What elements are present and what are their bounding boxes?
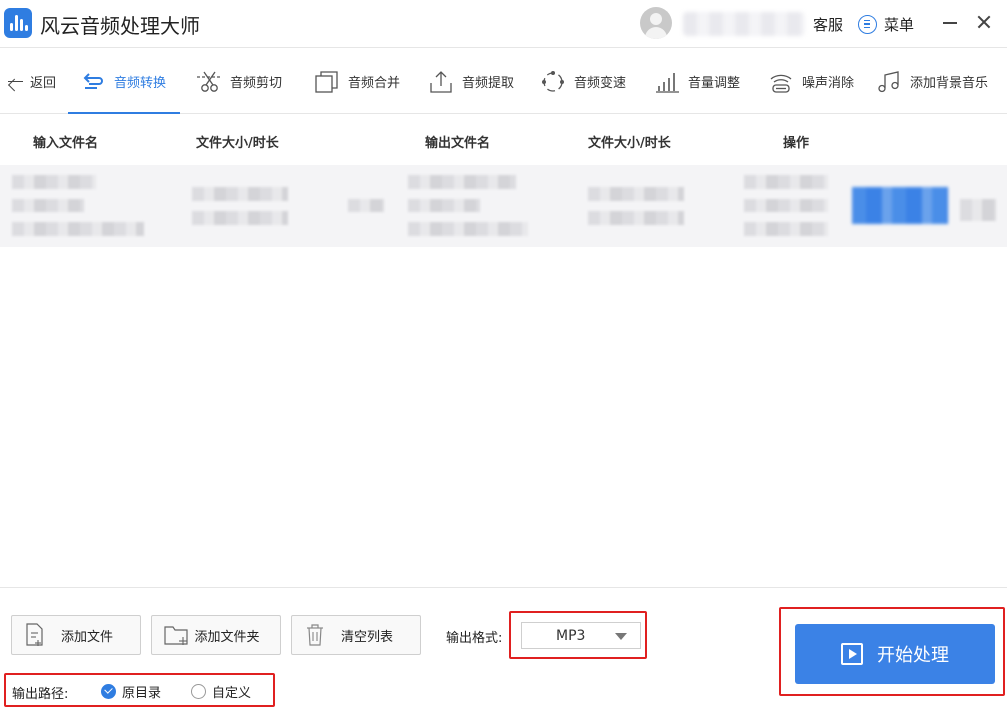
add-file-label: 添加文件 — [60, 629, 113, 645]
input-filename-blurred — [12, 222, 144, 236]
input-size-blurred — [192, 187, 288, 201]
add-folder-button[interactable]: 添加文件夹 — [151, 615, 281, 655]
add-folder-label: 添加文件夹 — [194, 629, 260, 645]
customer-service-button[interactable]: 客服 — [813, 14, 843, 35]
username-blurred[interactable] — [683, 12, 805, 36]
upload-tray-icon — [428, 69, 454, 95]
scissors-icon — [196, 69, 222, 95]
output-size-blurred — [588, 187, 684, 201]
column-output-size: 文件大小/时长 — [588, 136, 671, 151]
tab-noise-removal[interactable]: 噪声消除 — [768, 49, 854, 114]
row-delete-blurred[interactable] — [960, 199, 996, 221]
output-filename-blurred — [408, 175, 516, 189]
menu-label: 菜单 — [884, 15, 915, 34]
back-arrow-icon — [6, 73, 24, 91]
tab-audio-extract[interactable]: 音频提取 — [428, 49, 514, 114]
music-note-icon — [876, 69, 902, 95]
tab-label: 音频剪切 — [230, 76, 283, 91]
noise-wave-icon — [768, 69, 794, 95]
tab-label: 音频提取 — [462, 76, 515, 91]
close-icon[interactable] — [972, 10, 996, 34]
column-input-name: 输入文件名 — [33, 136, 99, 151]
status-blurred — [744, 199, 828, 212]
avatar[interactable] — [640, 7, 672, 39]
back-button[interactable]: 返回 — [6, 49, 56, 114]
output-filename-blurred — [408, 222, 528, 236]
app-title: 风云音频处理大师 — [40, 14, 200, 38]
menu-list-icon — [858, 14, 877, 34]
tab-label: 音量调整 — [688, 76, 741, 91]
clear-list-label: 清空列表 — [340, 629, 393, 645]
clear-list-button[interactable]: 清空列表 — [291, 615, 421, 655]
file-table-header: 输入文件名 文件大小/时长 输出文件名 文件大小/时长 操作 — [0, 115, 1007, 165]
tab-add-background-music[interactable]: 添加背景音乐 — [876, 49, 988, 114]
speed-circle-icon — [540, 69, 566, 95]
column-output-name: 输出文件名 — [425, 136, 491, 151]
add-file-button[interactable]: 添加文件 — [11, 615, 141, 655]
output-filename-blurred — [408, 199, 480, 212]
status-blurred — [744, 222, 828, 236]
column-input-size: 文件大小/时长 — [196, 136, 279, 151]
tab-label: 音频变速 — [574, 76, 627, 91]
output-format-label: 输出格式: — [446, 631, 503, 646]
tool-tabs: 返回 音频转换 音频剪切 音频合并 音频提取 音频变速 音量调整 噪声消除 添加… — [0, 49, 1007, 114]
minimize-icon[interactable] — [938, 10, 962, 34]
status-blurred — [744, 175, 828, 189]
merge-squares-icon — [314, 69, 340, 95]
menu-button[interactable]: 菜单 — [858, 13, 914, 35]
volume-bars-icon — [654, 69, 680, 95]
tab-audio-speed[interactable]: 音频变速 — [540, 49, 626, 114]
output-duration-blurred — [588, 211, 684, 225]
tab-audio-merge[interactable]: 音频合并 — [314, 49, 400, 114]
back-label: 返回 — [30, 76, 57, 91]
tab-label: 噪声消除 — [802, 76, 855, 91]
input-duration-blurred — [192, 211, 288, 225]
tab-volume-adjust[interactable]: 音量调整 — [654, 49, 740, 114]
table-row[interactable] — [0, 165, 1007, 247]
input-filename-blurred — [12, 199, 84, 212]
tab-audio-convert[interactable]: 音频转换 — [67, 49, 181, 114]
highlight-box-path — [4, 673, 275, 707]
arrow-blurred — [348, 199, 384, 212]
input-filename-blurred — [12, 175, 96, 189]
tab-label: 音频合并 — [348, 76, 401, 91]
column-actions: 操作 — [783, 136, 810, 151]
row-action-button-blurred[interactable] — [852, 187, 948, 224]
highlight-box-format — [509, 611, 647, 659]
highlight-box-start — [779, 607, 1005, 696]
tab-label: 音频转换 — [114, 76, 167, 91]
app-logo-icon — [4, 8, 32, 38]
tab-label: 添加背景音乐 — [910, 76, 989, 91]
tab-audio-cut[interactable]: 音频剪切 — [196, 49, 282, 114]
convert-arrows-icon — [80, 69, 106, 95]
file-list-area[interactable] — [0, 247, 1007, 588]
title-bar: 风云音频处理大师 客服 菜单 — [0, 0, 1007, 48]
